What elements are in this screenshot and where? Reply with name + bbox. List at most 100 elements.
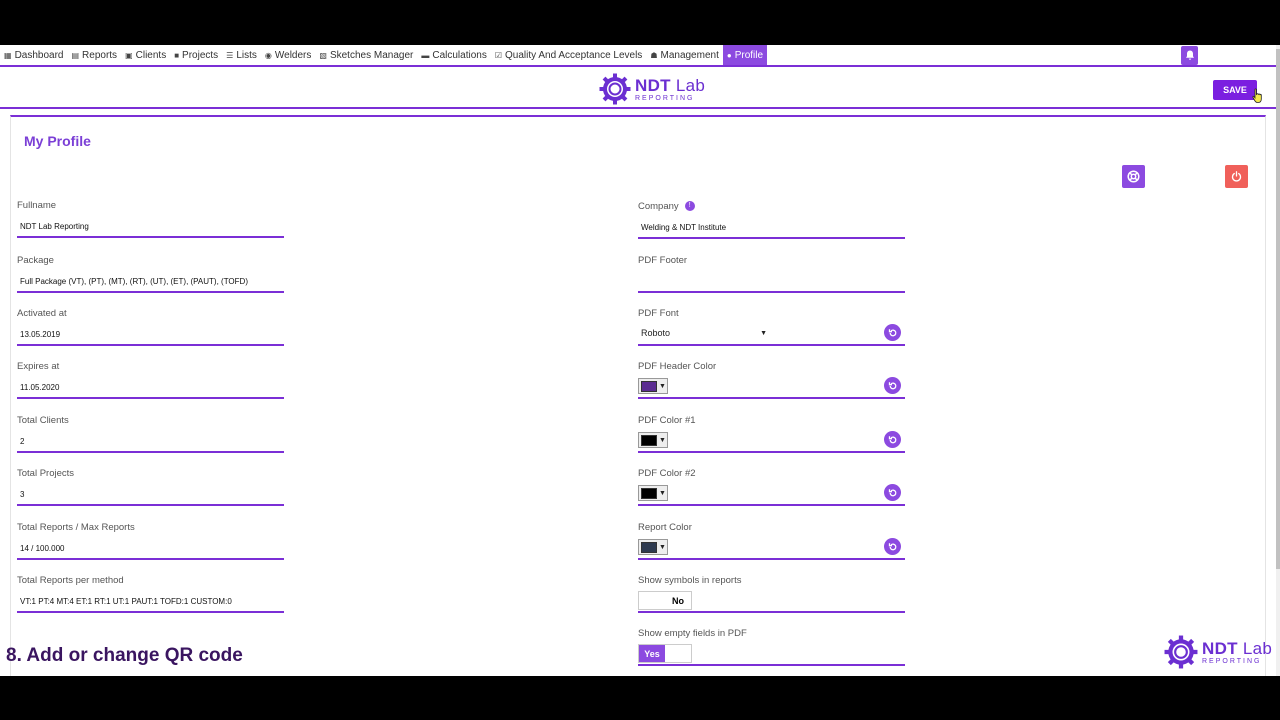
show-empty-fields-toggle[interactable]: Yes [638,644,692,663]
scrollbar[interactable] [1276,45,1280,676]
package-value: Full Package (VT), (PT), (MT), (RT), (UT… [20,277,248,286]
reset-color-1-button[interactable] [884,431,901,448]
pdf-color-1-field: PDF Color #1 ▼ [638,415,905,453]
field-label: PDF Footer [638,255,688,266]
nav-label: Projects [182,49,219,61]
company-label: Company [638,201,679,212]
reports-per-method-value: VT:1 PT:4 MT:4 ET:1 RT:1 UT:1 PAUT:1 TOF… [20,597,232,606]
pointer-hand-icon [1252,88,1262,103]
caret-down-icon: ▼ [659,543,666,551]
activated-at-value: 13.05.2019 [20,330,61,339]
company-field[interactable]: Company! Welding & NDT Institute [638,201,905,239]
field-label: Fullname [17,200,57,211]
lists-icon: ☰ [226,50,234,60]
bell-icon [1185,50,1194,60]
toggle-knob [665,645,691,662]
info-icon[interactable]: ! [684,201,695,211]
field-label: PDF Font [638,308,679,319]
reports-per-method-field: Total Reports per method VT:1 PT:4 MT:4 … [17,575,284,613]
field-label: Total Clients [17,415,69,426]
nav-item-sketches-manager[interactable]: ▧ Sketches Manager [315,45,417,65]
reset-color-2-button[interactable] [884,484,901,501]
report-color-field: Report Color ▼ [638,522,905,560]
brand-logo[interactable]: NDT Lab REPORTING [599,73,705,105]
field-label: Total Reports / Max Reports [17,522,135,533]
reset-icon [888,435,896,443]
report-color-picker[interactable]: ▼ [638,539,668,555]
color-swatch [641,487,657,499]
profile-card: My Profile Fullname NDT Lab Reporting Pa… [10,115,1266,676]
expires-at-field: Expires at 11.05.2020 [17,361,284,399]
field-label: Package [17,255,54,266]
expires-at-value: 11.05.2020 [20,383,60,392]
save-button[interactable]: SAVE [1213,80,1257,100]
caret-down-icon: ▼ [760,329,767,337]
field-label: Show symbols in reports [638,575,742,586]
calculations-icon: ▬ [421,50,430,60]
field-label: Total Reports per method [17,575,124,586]
header-color-picker[interactable]: ▼ [638,378,668,394]
nav-label: Sketches Manager [329,49,414,61]
nav-item-profile[interactable]: ● Profile [722,45,768,65]
field-label: Show empty fields in PDF [638,628,747,639]
nav-item-quality[interactable]: ☑ Quality And Acceptance Levels [491,45,646,65]
nav-item-reports[interactable]: ▤ Reports [67,45,121,65]
projects-icon: ■ [174,50,180,60]
color-1-picker[interactable]: ▼ [638,432,668,448]
pdf-header-color-field: PDF Header Color ▼ [638,361,905,399]
nav-item-welders[interactable]: ◉ Welders [261,45,315,65]
logo-sub-text: REPORTING [635,94,695,102]
logo-sub-text: REPORTING [1202,657,1262,665]
caret-down-icon: ▼ [659,436,666,444]
field-label: Activated at [17,308,67,319]
dashboard-icon: ▦ [4,50,12,60]
field-label: PDF Color #1 [638,415,696,426]
fullname-field[interactable]: Fullname NDT Lab Reporting [17,200,284,238]
total-reports-field: Total Reports / Max Reports 14 / 100.000 [17,522,284,560]
color-2-picker[interactable]: ▼ [638,485,668,501]
nav-label: Quality And Acceptance Levels [505,49,643,61]
nav-label: Lists [236,49,257,61]
welders-icon: ◉ [264,50,272,60]
nav-item-calculations[interactable]: ▬ Calculations [417,45,490,65]
nav-label: Management [660,49,719,61]
reset-icon [888,542,896,550]
company-value[interactable]: Welding & NDT Institute [641,223,726,232]
show-symbols-toggle[interactable]: No [638,591,692,610]
scrollbar-thumb[interactable] [1276,49,1280,569]
lifebuoy-icon [1127,170,1140,183]
power-icon [1231,171,1242,182]
nav-item-clients[interactable]: ▣ Clients [121,45,170,65]
field-label: Report Color [638,522,692,533]
tutorial-caption: 8. Add or change QR code [6,645,243,666]
sketches-icon: ▧ [319,50,327,60]
total-clients-value: 2 [20,437,25,446]
toggle-knob [639,592,665,609]
nav-item-management[interactable]: ☗ Management [646,45,723,65]
pdf-footer-field[interactable]: PDF Footer [638,255,905,293]
field-label: PDF Color #2 [638,468,696,479]
fullname-value[interactable]: NDT Lab Reporting [20,222,89,231]
nav-item-lists[interactable]: ☰ Lists [222,45,261,65]
caret-down-icon: ▼ [659,489,666,497]
pdf-font-select[interactable]: Roboto ▼ [641,324,771,342]
reset-header-color-button[interactable] [884,377,901,394]
reset-pdf-font-button[interactable] [884,324,901,341]
nav-label: Clients [135,49,167,61]
toggle-state-label: No [672,595,684,606]
logout-button[interactable] [1225,165,1248,188]
color-swatch [641,434,657,446]
support-button[interactable] [1122,165,1145,188]
total-projects-field: Total Projects 3 [17,468,284,506]
notifications-button[interactable] [1181,46,1198,65]
management-icon: ☗ [650,50,658,60]
watermark-logo: NDT Lab REPORTING [1164,635,1272,669]
total-reports-value: 14 / 100.000 [20,544,65,553]
reset-report-color-button[interactable] [884,538,901,555]
reset-icon [888,488,896,496]
app-window: ▦ Dashboard ▤ Reports ▣ Clients ■ Projects ☰… [0,45,1280,676]
reports-icon: ▤ [71,50,80,60]
clients-icon: ▣ [125,50,133,60]
nav-item-projects[interactable]: ■ Projects [170,45,222,65]
nav-item-dashboard[interactable]: ▦ Dashboard [0,45,67,65]
